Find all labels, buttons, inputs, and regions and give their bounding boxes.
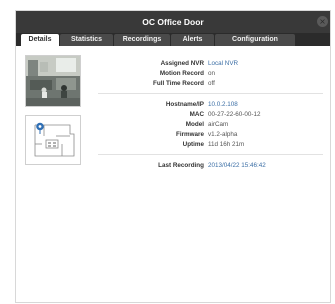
- tab-configuration[interactable]: Configuration: [215, 34, 295, 46]
- tab-bar: Details Statistics Recordings Alerts Con…: [16, 33, 330, 46]
- tab-alerts[interactable]: Alerts: [171, 34, 214, 46]
- tab-recordings[interactable]: Recordings: [114, 34, 170, 46]
- mac-row: MAC 00-27-22-60-00-12: [86, 110, 326, 119]
- uptime-label: Uptime: [182, 141, 204, 148]
- tab-details[interactable]: Details: [21, 34, 59, 46]
- mac-value: 00-27-22-60-00-12: [208, 111, 261, 118]
- model-label: Model: [185, 121, 204, 128]
- full-time-record-value: off: [208, 80, 215, 87]
- firmware-value: v1.2-alpha: [208, 131, 238, 138]
- full-time-record-label: Full Time Record: [153, 80, 204, 87]
- camera-details-window: OC Office Door × Details Statistics Reco…: [15, 10, 331, 303]
- close-icon[interactable]: ×: [317, 16, 328, 27]
- hostname-row: Hostname/IP 10.0.2.108: [86, 100, 326, 109]
- motion-record-value: on: [208, 70, 216, 77]
- mac-label: MAC: [189, 111, 204, 118]
- model-value: airCam: [208, 121, 229, 128]
- camera-snapshot[interactable]: [25, 55, 81, 107]
- full-time-record-row: Full Time Record off: [86, 79, 326, 88]
- motion-record-row: Motion Record on: [86, 69, 326, 78]
- assigned-nvr-link[interactable]: Local NVR: [208, 59, 238, 68]
- window-title: OC Office Door: [142, 17, 204, 27]
- camera-location-pin-icon[interactable]: [35, 122, 45, 134]
- last-recording-row: Last Recording 2013/04/22 15:46:42: [86, 161, 326, 170]
- firmware-row: Firmware v1.2-alpha: [86, 130, 326, 139]
- divider: [98, 154, 323, 155]
- divider: [98, 93, 323, 94]
- camera-snapshot-image: [26, 56, 80, 106]
- floor-plan-map[interactable]: [25, 115, 81, 165]
- details-panel: Assigned NVR Local NVR Motion Record on …: [16, 46, 330, 304]
- last-recording-link[interactable]: 2013/04/22 15:46:42: [208, 161, 266, 170]
- assigned-nvr-row: Assigned NVR Local NVR: [86, 59, 326, 68]
- title-bar: OC Office Door ×: [16, 11, 330, 33]
- model-row: Model airCam: [86, 120, 326, 129]
- assigned-nvr-label: Assigned NVR: [160, 60, 204, 67]
- uptime-value: 11d 16h 21m: [208, 141, 245, 148]
- hostname-link[interactable]: 10.0.2.108: [208, 100, 238, 109]
- firmware-label: Firmware: [176, 131, 204, 138]
- tab-statistics[interactable]: Statistics: [60, 34, 113, 46]
- uptime-row: Uptime 11d 16h 21m: [86, 140, 326, 149]
- motion-record-label: Motion Record: [159, 70, 204, 77]
- last-recording-label: Last Recording: [158, 162, 204, 169]
- hostname-label: Hostname/IP: [165, 101, 204, 108]
